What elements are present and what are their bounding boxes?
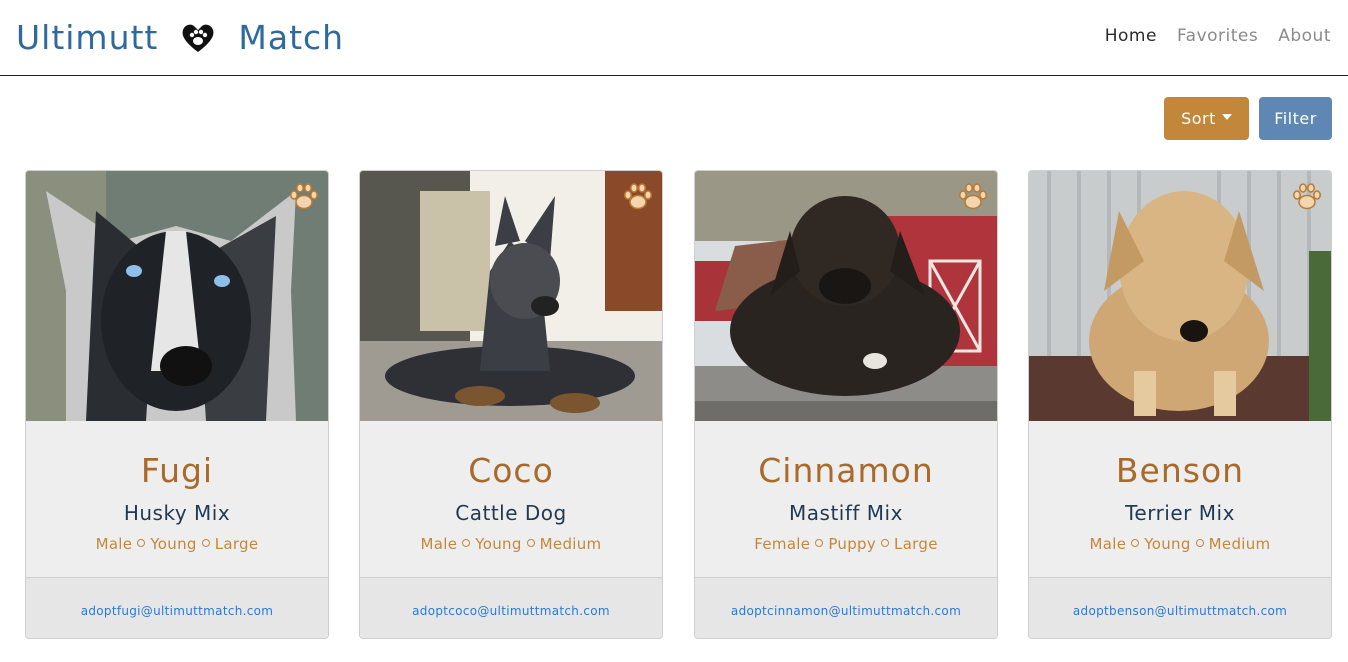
dog-gender: Male [420,535,458,553]
dog-meta: Female Puppy Large [695,535,997,553]
separator-dot [462,539,471,547]
dog-size: Medium [1208,535,1271,553]
card-body: Cinnamon Mastiff Mix Female Puppy Large [695,421,997,577]
filter-label: Filter [1274,109,1317,128]
dog-age: Young [150,535,197,553]
favorite-paw-icon[interactable] [1291,181,1323,213]
card-body: Fugi Husky Mix Male Young Large [26,421,328,577]
brand-right: Match [238,18,345,57]
filter-button[interactable]: Filter [1259,97,1332,140]
caret-down-icon [1221,114,1232,120]
favorite-paw-icon[interactable] [957,181,989,213]
dog-name: Cinnamon [758,451,934,490]
dog-gender: Female [754,535,811,553]
dog-meta: Male Young Large [26,535,328,553]
brand-left: Ultimutt [16,18,159,57]
sort-label: Sort [1181,109,1216,128]
nav-links: Home Favorites About [1105,26,1331,46]
dog-meta: Male Young Medium [360,535,662,553]
separator-dot [201,539,210,547]
dog-card[interactable]: Coco Cattle Dog Male Young Medium adoptcoc… [359,170,663,639]
separator-dot [815,539,824,547]
dog-name: Coco [468,451,554,490]
favorite-paw-icon[interactable] [288,181,320,213]
dog-size: Large [894,535,938,553]
nav-home[interactable]: Home [1105,26,1157,46]
separator-dot [526,539,535,547]
contact-email-link[interactable]: adoptfugi@ultimuttmatch.com [26,604,328,618]
dog-card[interactable]: Fugi Husky Mix Male Young Large adoptfugi@… [25,170,329,639]
dog-breed: Mastiff Mix [789,501,903,525]
card-footer: adoptcoco@ultimuttmatch.com [360,577,662,638]
dog-photo[interactable] [360,171,662,421]
dog-breed: Husky Mix [123,501,231,525]
contact-email-link[interactable]: adoptcoco@ultimuttmatch.com [360,604,662,618]
dog-age: Young [1144,535,1191,553]
heart-paw-icon [180,21,216,55]
card-footer: adoptbenson@ultimuttmatch.com [1029,577,1331,638]
dog-card[interactable]: Cinnamon Mastiff Mix Female Puppy Large ad… [694,170,998,639]
dog-age: Young [475,535,522,553]
dog-card[interactable]: Benson Terrier Mix Male Young Medium adopt… [1028,170,1332,639]
card-footer: adoptfugi@ultimuttmatch.com [26,577,328,638]
dog-name: Fugi [140,451,214,490]
contact-email-link[interactable]: adoptcinnamon@ultimuttmatch.com [695,604,997,618]
sort-button[interactable]: Sort [1164,97,1249,140]
separator-dot [1195,539,1204,547]
dog-name: Benson [1115,451,1245,490]
nav-favorites[interactable]: Favorites [1177,26,1258,46]
dog-meta: Male Young Medium [1029,535,1331,553]
dog-gender: Male [1089,535,1127,553]
brand-logo[interactable]: Ultimutt Match [16,18,344,57]
navbar: Ultimutt Match Home Favorites About [0,0,1348,76]
separator-dot [1131,539,1140,547]
card-body: Benson Terrier Mix Male Young Medium [1029,421,1331,577]
dog-gender: Male [95,535,133,553]
dog-size: Medium [539,535,602,553]
dog-breed: Cattle Dog [455,501,567,525]
separator-dot [137,539,146,547]
card-footer: adoptcinnamon@ultimuttmatch.com [695,577,997,638]
favorite-paw-icon[interactable] [622,181,654,213]
dog-breed: Terrier Mix [1125,501,1235,525]
nav-about[interactable]: About [1278,26,1331,46]
dog-photo[interactable] [695,171,997,421]
dog-photo[interactable] [1029,171,1331,421]
dog-size: Large [214,535,259,553]
dog-age: Puppy [828,535,877,553]
card-body: Coco Cattle Dog Male Young Medium [360,421,662,577]
contact-email-link[interactable]: adoptbenson@ultimuttmatch.com [1029,604,1331,618]
dog-photo[interactable] [26,171,328,421]
separator-dot [881,539,890,547]
